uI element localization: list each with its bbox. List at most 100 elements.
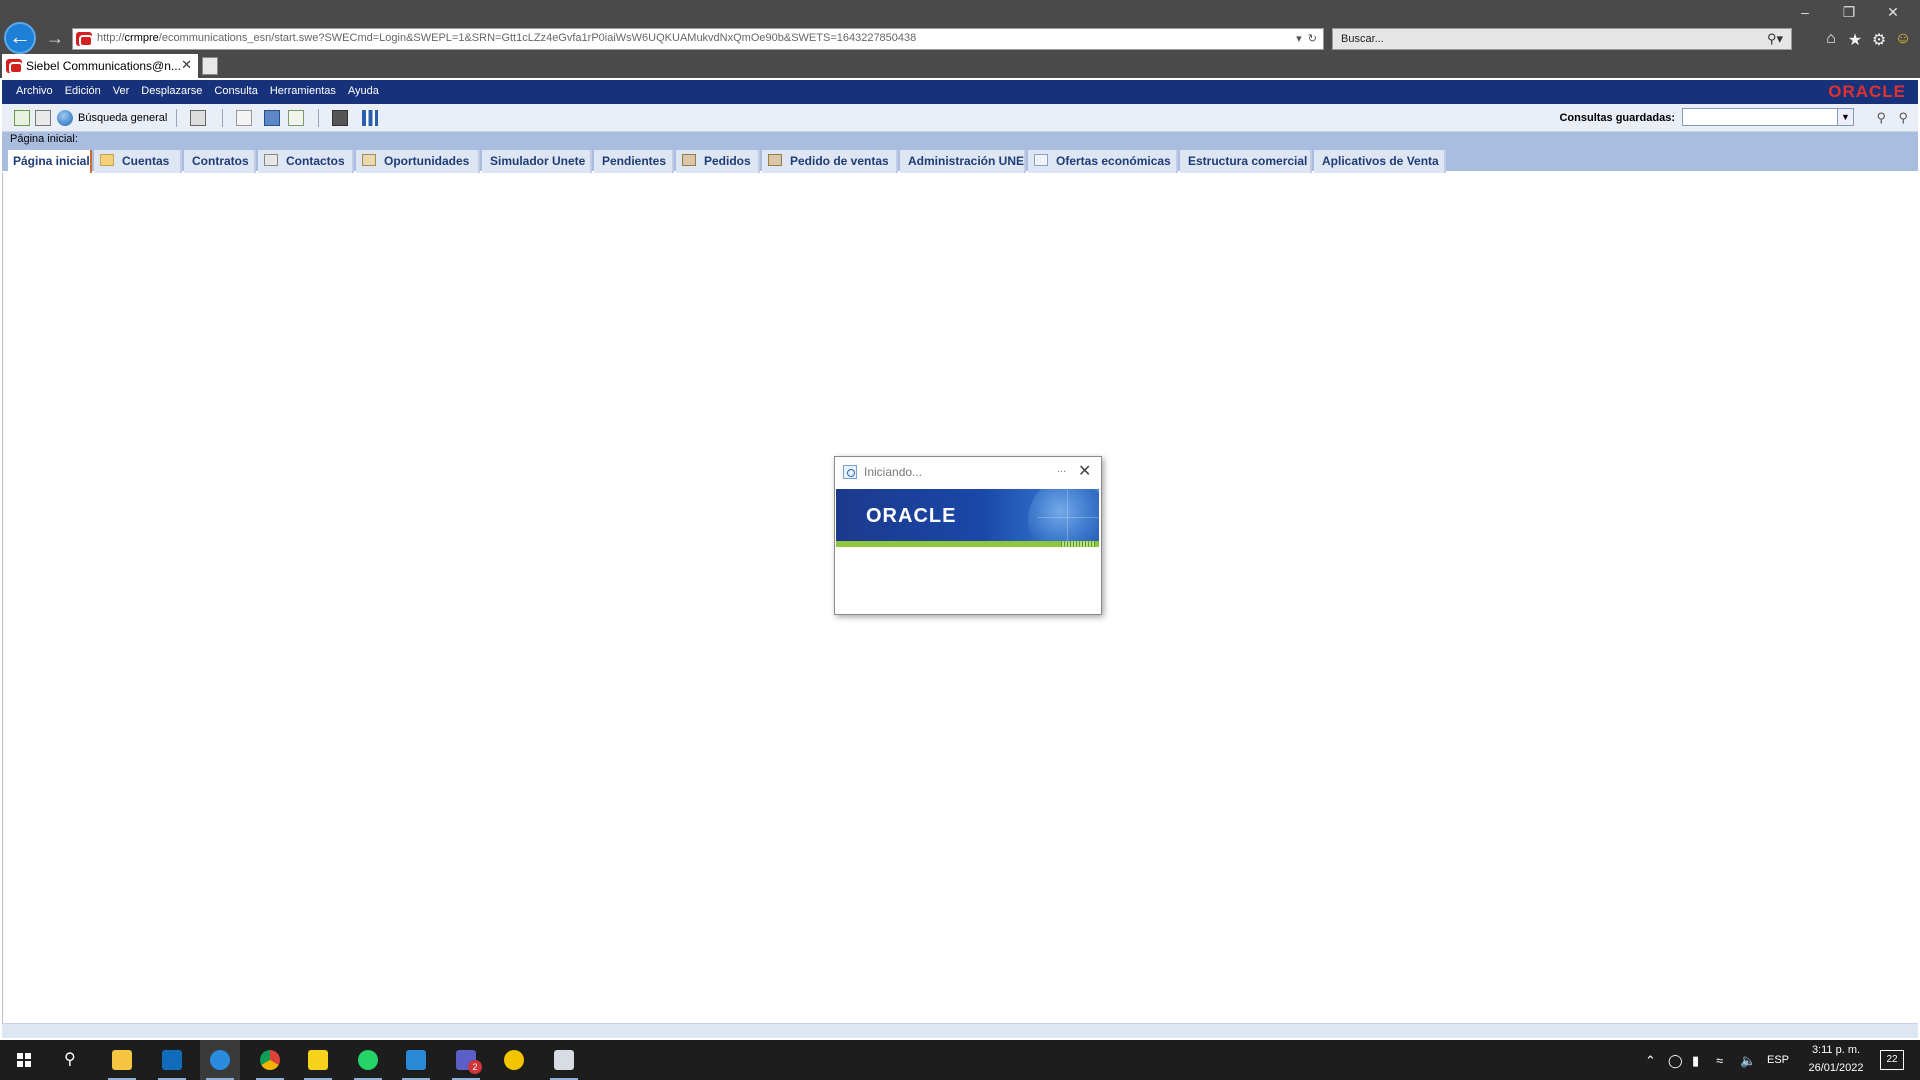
popup-title: Iniciando... <box>864 465 923 479</box>
toolbar-separator <box>318 109 319 127</box>
restore-button[interactable]: ❐ <box>1834 4 1864 21</box>
screen-tab-bar: Página inicial Cuentas Contratos Contact… <box>2 146 1918 173</box>
menu-ver[interactable]: Ver <box>107 80 136 104</box>
internet-explorer-icon[interactable] <box>200 1040 240 1080</box>
query-icon[interactable]: ⚲ <box>1876 110 1886 126</box>
teams-icon[interactable]: 2 <box>446 1040 486 1080</box>
battery-icon[interactable]: ▮ <box>1692 1053 1699 1069</box>
tab-aplicativos-de-venta[interactable]: Aplicativos de Venta <box>1314 150 1446 173</box>
menu-edicion[interactable]: Edición <box>59 80 107 104</box>
notification-count: 22 <box>1886 1054 1898 1065</box>
popup-titlebar: Iniciando... ... ✕ <box>835 457 1101 487</box>
tab-label: Cuentas <box>122 154 170 168</box>
chevron-down-icon[interactable]: ▼ <box>1837 109 1853 125</box>
tab-ofertas-economicas[interactable]: Ofertas económicas <box>1028 150 1178 173</box>
volume-icon[interactable]: 🔈 <box>1740 1053 1756 1069</box>
notifications-icon[interactable]: 22 <box>1880 1050 1904 1070</box>
settings-gear-icon[interactable]: ⚙ <box>1868 30 1890 50</box>
smiley-feedback-icon[interactable]: ☺ <box>1892 30 1914 48</box>
tab-pendientes[interactable]: Pendientes <box>594 150 674 173</box>
back-arrow-icon[interactable]: ← <box>4 22 36 54</box>
tab-oportunidades[interactable]: Oportunidades <box>356 150 480 173</box>
outlook-icon[interactable] <box>152 1040 192 1080</box>
browser-tab[interactable]: Siebel Communications@n... ✕ <box>2 54 198 78</box>
loading-popup: Iniciando... ... ✕ ORACLE <box>834 456 1102 615</box>
clock-date[interactable]: 26/01/2022 <box>1800 1062 1872 1074</box>
forward-arrow-icon[interactable]: → <box>44 28 66 50</box>
wifi-icon[interactable]: ≈ <box>1716 1053 1723 1068</box>
tab-label: Administración UNE <box>908 154 1025 168</box>
app-menu-bar: Archivo Edición Ver Desplazarse Consulta… <box>2 80 1918 104</box>
menu-ayuda[interactable]: Ayuda <box>342 80 385 104</box>
clock-time[interactable]: 3:11 p. m. <box>1806 1044 1866 1056</box>
chrome-icon[interactable] <box>250 1040 290 1080</box>
taskbar-search-icon[interactable]: ⚲ <box>52 1040 92 1080</box>
home-icon[interactable]: ⌂ <box>1820 30 1842 48</box>
search-icon[interactable]: ⚲▾ <box>1767 31 1783 47</box>
menu-herramientas[interactable]: Herramientas <box>264 80 342 104</box>
print-icon[interactable] <box>332 110 348 126</box>
sales-order-icon <box>768 154 782 166</box>
windows-taskbar: ⚲ 2 ⌃ ◯ ▮ ≈ 🔈 ESP 3:11 p. m. 26/01/2022 … <box>0 1040 1920 1080</box>
tab-contactos[interactable]: Contactos <box>258 150 354 173</box>
address-dropdown-refresh[interactable]: ▾ ↻ <box>1296 32 1317 45</box>
menu-consulta[interactable]: Consulta <box>208 80 263 104</box>
input-language[interactable]: ESP <box>1767 1054 1789 1066</box>
splash-progress-ticks <box>1061 541 1095 547</box>
tab-pedido-de-ventas[interactable]: Pedido de ventas <box>762 150 898 173</box>
address-bar[interactable]: http://crmpre/ecommunications_esn/start.… <box>72 28 1324 50</box>
help-icon[interactable] <box>264 110 280 126</box>
vscode-icon[interactable] <box>396 1040 436 1080</box>
keyboard-icon[interactable] <box>190 110 206 126</box>
url-scheme: http:// <box>97 32 125 44</box>
favorites-star-icon[interactable]: ★ <box>1844 30 1866 50</box>
tab-label: Pendientes <box>602 154 667 168</box>
oracle-splash-logo: ORACLE <box>866 505 957 527</box>
file-explorer-icon[interactable] <box>102 1040 142 1080</box>
tab-label: Oportunidades <box>384 154 470 168</box>
splash-green-bar <box>836 541 1099 547</box>
tab-contratos[interactable]: Contratos <box>184 150 256 173</box>
tab-pedidos[interactable]: Pedidos <box>676 150 760 173</box>
refresh-icon[interactable]: ↻ <box>1308 33 1317 45</box>
new-record-icon[interactable] <box>14 110 30 126</box>
norton-icon[interactable] <box>494 1040 534 1080</box>
global-search-icon[interactable] <box>57 110 73 126</box>
meet-now-icon[interactable]: ◯ <box>1668 1053 1683 1069</box>
opportunity-icon <box>362 154 376 166</box>
browser-search-input[interactable]: Buscar... ⚲▾ <box>1332 28 1792 50</box>
url-host: crmpre <box>124 32 159 44</box>
menu-archivo[interactable]: Archivo <box>2 80 59 104</box>
copy-record-icon[interactable] <box>35 110 51 126</box>
minimize-button[interactable]: – <box>1790 4 1820 20</box>
whatsapp-icon[interactable] <box>348 1040 388 1080</box>
menu-desplazarse[interactable]: Desplazarse <box>135 80 208 104</box>
query-refine-icon[interactable]: ⚲ <box>1898 110 1908 126</box>
chevron-down-icon[interactable]: ▾ <box>1296 33 1302 45</box>
new-tab-button[interactable] <box>202 57 218 75</box>
tab-cuentas[interactable]: Cuentas <box>94 150 182 173</box>
address-url: http://crmpre/ecommunications_esn/start.… <box>97 32 916 44</box>
saved-queries-select[interactable]: ▼ <box>1682 108 1854 126</box>
chart-report-icon[interactable] <box>362 110 378 126</box>
windows-start-icon[interactable] <box>4 1040 44 1080</box>
contact-card-icon <box>264 154 278 166</box>
close-tab-icon[interactable]: ✕ <box>181 57 192 73</box>
popup-more-button[interactable]: ... <box>1057 463 1066 475</box>
siebel-favicon-icon <box>6 59 23 74</box>
checklist-icon[interactable] <box>288 110 304 126</box>
find-icon[interactable] <box>236 110 252 126</box>
tab-pagina-inicial[interactable]: Página inicial <box>8 150 92 173</box>
tab-label: Pedidos <box>704 154 751 168</box>
tab-estructura-comercial[interactable]: Estructura comercial <box>1180 150 1312 173</box>
tab-simulador-unete[interactable]: Simulador Unete <box>482 150 592 173</box>
sticky-notes-icon[interactable] <box>298 1040 338 1080</box>
global-search-label[interactable]: Búsqueda general <box>78 112 167 124</box>
url-path: /ecommunications_esn/start.swe?SWECmd=Lo… <box>158 32 917 44</box>
tab-administracion-une[interactable]: Administración UNE <box>900 150 1026 173</box>
close-window-button[interactable]: ✕ <box>1878 4 1908 21</box>
show-hidden-icons-chevron-icon[interactable]: ⌃ <box>1645 1053 1656 1069</box>
remote-desktop-icon[interactable] <box>544 1040 584 1080</box>
close-icon[interactable]: ✕ <box>1078 461 1091 481</box>
tab-label: Página inicial <box>13 154 90 168</box>
